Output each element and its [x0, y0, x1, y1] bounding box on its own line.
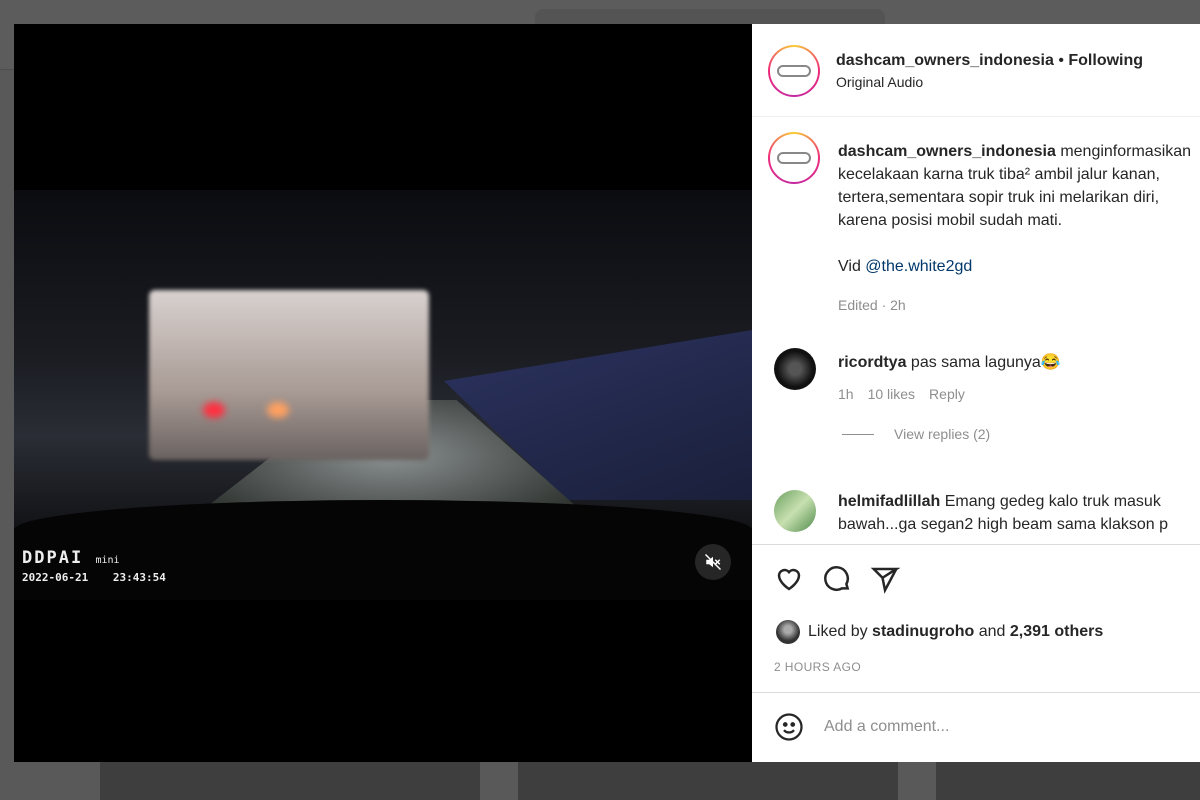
share-icon[interactable] — [870, 564, 900, 594]
author-avatar[interactable] — [768, 45, 820, 97]
commenter-avatar[interactable] — [774, 490, 816, 532]
caption-text: kecelakaan karna truk tiba² ambil jalur … — [838, 166, 1160, 183]
commenter-avatar[interactable] — [774, 348, 816, 390]
camera-brand: DDPAI — [22, 548, 84, 568]
comment-text: pas sama lagunya😂 — [910, 354, 1061, 371]
following-button[interactable]: Following — [1068, 52, 1143, 69]
divider — [752, 116, 1200, 117]
audio-link[interactable]: Original Audio — [836, 74, 1143, 90]
mention-link[interactable]: @the.white2gd — [865, 258, 972, 275]
thumbnail — [936, 762, 1200, 800]
speaker-muted-icon — [704, 553, 722, 571]
action-bar — [774, 564, 900, 594]
caption-meta: Edited · 2h — [838, 297, 906, 313]
dashcam-overlay: DDPAI mini 2022-06-21 23:43:54 — [22, 548, 166, 584]
author-username[interactable]: dashcam_owners_indonesia — [836, 52, 1054, 69]
comment-time: 1h — [838, 386, 854, 402]
caption-text: menginformasikan — [1060, 143, 1192, 160]
video-frame — [14, 190, 752, 600]
caption-text: Vid — [838, 258, 861, 275]
comment-text: Emang gedeg kalo truk masuk — [944, 493, 1161, 510]
comment-icon[interactable] — [822, 564, 852, 594]
commenter-username[interactable]: helmifadlillah — [838, 493, 940, 510]
bullet: • — [1058, 52, 1064, 69]
heart-icon[interactable] — [774, 564, 804, 594]
thumbnail — [100, 762, 480, 800]
video-date: 2022-06-21 — [22, 571, 89, 584]
liker-username[interactable]: stadinugroho — [872, 623, 974, 640]
video-time: 23:43:54 — [112, 571, 166, 584]
background-thumbnails — [0, 762, 1200, 800]
add-comment-bar — [774, 712, 1164, 742]
liker-avatar[interactable] — [776, 620, 800, 644]
comment: helmifadlillah Emang gedeg kalo truk mas… — [774, 490, 1168, 536]
caption-avatar[interactable] — [768, 132, 820, 184]
comment-input[interactable] — [824, 718, 1164, 736]
camera-model: mini — [95, 555, 120, 566]
caption-text: tertera,sementara sopir truk ini melarik… — [838, 189, 1160, 206]
view-replies-label: View replies (2) — [894, 426, 991, 442]
caption-text: karena posisi mobil sudah mati. — [838, 212, 1063, 229]
emoji-icon[interactable] — [774, 712, 804, 742]
caption-username[interactable]: dashcam_owners_indonesia — [838, 143, 1056, 160]
comment-text: bawah...ga segan2 high beam sama klakson… — [838, 516, 1168, 533]
divider — [752, 544, 1200, 545]
view-replies-button[interactable]: View replies (2) — [838, 426, 1061, 442]
likes-count[interactable]: 2,391 others — [1010, 623, 1103, 640]
post-sidebar: dashcam_owners_indonesia • Following Ori… — [752, 24, 1200, 762]
comment: ricordtya pas sama lagunya😂 1h 10 likes Re… — [774, 348, 1061, 442]
mute-button[interactable] — [695, 544, 731, 580]
post-timestamp: 2 HOURS AGO — [774, 660, 862, 674]
likes-summary: Liked by stadinugroho and 2,391 others — [776, 620, 1103, 644]
post-modal: DDPAI mini 2022-06-21 23:43:54 dashcam_o… — [14, 24, 1200, 762]
caption: dashcam_owners_indonesia menginformasika… — [768, 132, 1200, 317]
thumbnail — [518, 762, 898, 800]
reply-button[interactable]: Reply — [929, 386, 965, 402]
comment-likes[interactable]: 10 likes — [868, 386, 915, 402]
commenter-username[interactable]: ricordtya — [838, 354, 906, 371]
likes-prefix: Liked by — [808, 623, 868, 640]
divider — [752, 692, 1200, 693]
video-player[interactable]: DDPAI mini 2022-06-21 23:43:54 — [14, 24, 752, 762]
likes-and: and — [978, 623, 1006, 640]
